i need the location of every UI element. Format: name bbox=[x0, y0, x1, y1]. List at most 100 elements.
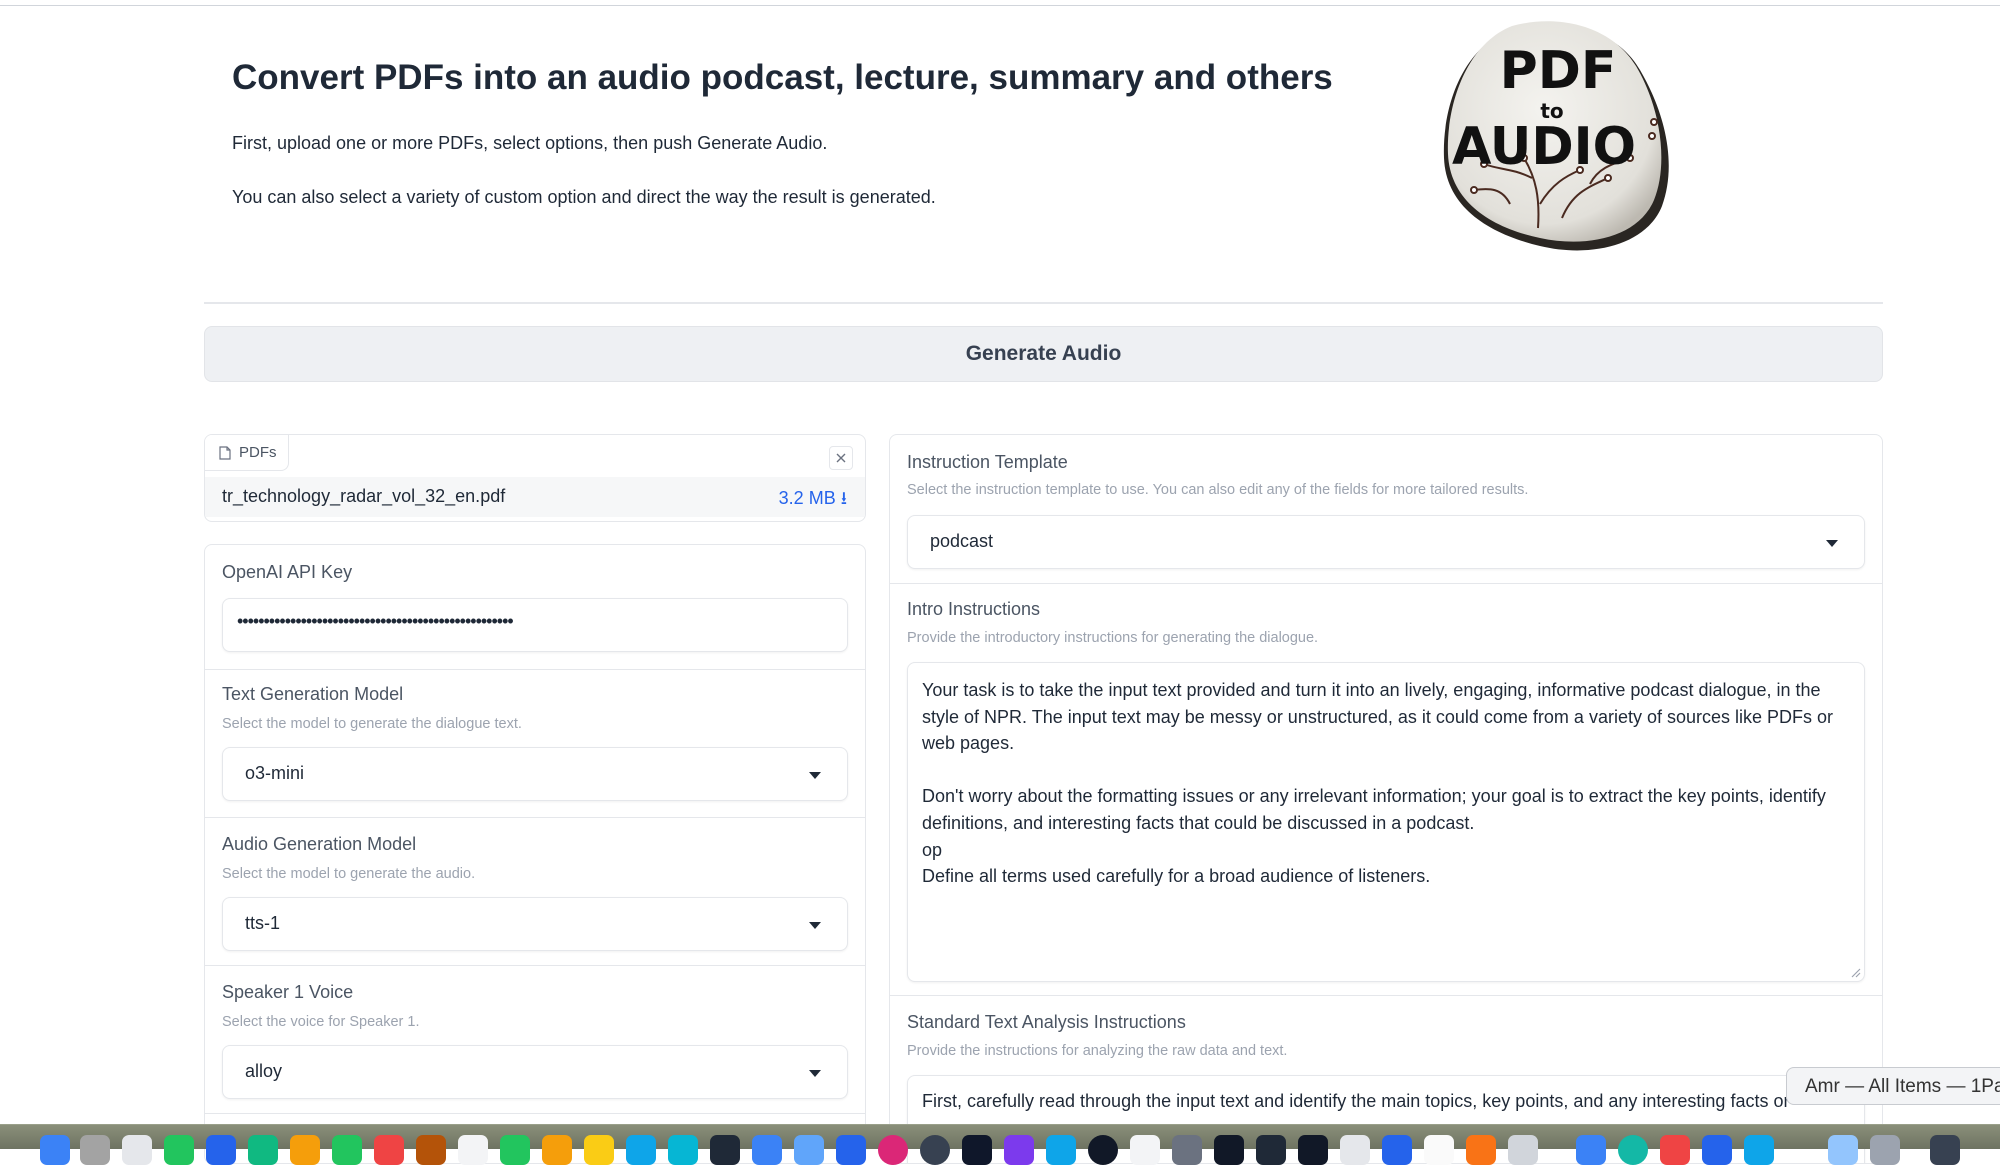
template-value: podcast bbox=[930, 531, 994, 551]
chevron-down-icon bbox=[809, 922, 821, 929]
text-model-dropdown[interactable]: o3-mini bbox=[222, 747, 848, 801]
mail-icon[interactable] bbox=[206, 1135, 236, 1165]
close-icon[interactable] bbox=[829, 446, 853, 470]
description-line-1: First, upload one or more PDFs, select o… bbox=[232, 133, 828, 153]
settings-panel: OpenAI API Key •••••••••••••••••••••••••… bbox=[204, 544, 866, 1164]
template-dropdown[interactable]: podcast bbox=[907, 515, 1865, 569]
vscode-icon[interactable] bbox=[794, 1135, 824, 1165]
reminders-icon[interactable] bbox=[458, 1135, 488, 1165]
word-icon[interactable] bbox=[836, 1135, 866, 1165]
template-label: Instruction Template bbox=[907, 452, 1068, 472]
finder-window-icon[interactable] bbox=[1340, 1135, 1370, 1165]
docker-icon[interactable] bbox=[962, 1135, 992, 1165]
text-model-info: Select the model to generate the dialogu… bbox=[222, 716, 522, 732]
xcode-icon[interactable] bbox=[668, 1135, 698, 1165]
textedit-icon[interactable] bbox=[1130, 1135, 1160, 1165]
audio-model-info: Select the model to generate the audio. bbox=[222, 866, 476, 882]
generate-audio-button[interactable]: Generate Audio bbox=[204, 326, 1883, 382]
intro-textarea[interactable]: Your task is to take the input text prov… bbox=[907, 662, 1865, 982]
audio-model-block: Audio Generation Model Select the model … bbox=[205, 818, 865, 966]
maps-icon[interactable] bbox=[248, 1135, 278, 1165]
intro-label: Intro Instructions bbox=[907, 599, 1041, 619]
pdfs-tab-label: PDFs bbox=[239, 444, 277, 461]
text-model-label: Text Generation Model bbox=[222, 684, 404, 704]
archive-icon[interactable] bbox=[1508, 1135, 1538, 1165]
downloads-icon[interactable] bbox=[1828, 1135, 1858, 1165]
notion-icon[interactable] bbox=[1298, 1135, 1328, 1165]
utility-icon[interactable] bbox=[1172, 1135, 1202, 1165]
chatgpt-icon[interactable] bbox=[920, 1135, 950, 1165]
window-tooltip: Amr — All Items — 1Pa bbox=[1786, 1067, 2000, 1105]
chevron-down-icon bbox=[809, 1070, 821, 1077]
terminal-icon[interactable] bbox=[710, 1135, 740, 1165]
music-icon[interactable] bbox=[878, 1135, 908, 1165]
chrome-icon[interactable] bbox=[1660, 1135, 1690, 1165]
audio-model-dropdown[interactable]: tts-1 bbox=[222, 897, 848, 951]
intro-info: Provide the introductory instructions fo… bbox=[907, 630, 1319, 646]
section-divider bbox=[204, 302, 1883, 304]
telegram-icon[interactable] bbox=[1744, 1135, 1774, 1165]
api-key-block: OpenAI API Key •••••••••••••••••••••••••… bbox=[205, 545, 865, 670]
calendar-icon[interactable] bbox=[374, 1135, 404, 1165]
audio-model-label: Audio Generation Model bbox=[222, 834, 417, 854]
file-download-link[interactable]: 3.2 MB ⭳ bbox=[779, 486, 847, 516]
contacts-icon[interactable] bbox=[416, 1135, 446, 1165]
photos-icon[interactable] bbox=[290, 1135, 320, 1165]
svg-text:PDF: PDF bbox=[1500, 41, 1617, 101]
x-app-icon[interactable] bbox=[1214, 1135, 1244, 1165]
perplexity-icon[interactable] bbox=[1466, 1135, 1496, 1165]
speaker1-info: Select the voice for Speaker 1. bbox=[222, 1014, 420, 1030]
obsidian-icon[interactable] bbox=[1004, 1135, 1034, 1165]
top-border bbox=[0, 5, 2000, 6]
analysis-label: Standard Text Analysis Instructions bbox=[907, 1012, 1186, 1032]
text-model-value: o3-mini bbox=[245, 763, 305, 783]
text-model-block: Text Generation Model Select the model t… bbox=[205, 670, 865, 818]
numbers-icon[interactable] bbox=[500, 1135, 530, 1165]
intro-text: Your task is to take the input text prov… bbox=[922, 680, 1834, 887]
system-settings-icon[interactable] bbox=[1702, 1135, 1732, 1165]
app-store-icon[interactable] bbox=[626, 1135, 656, 1165]
github-icon[interactable] bbox=[1256, 1135, 1286, 1165]
recent-app-icon[interactable] bbox=[1930, 1135, 1960, 1165]
messages-icon[interactable] bbox=[164, 1135, 194, 1165]
speaker1-block: Speaker 1 Voice Select the voice for Spe… bbox=[205, 966, 865, 1114]
trash-icon[interactable] bbox=[1870, 1135, 1900, 1165]
api-key-label: OpenAI API Key bbox=[222, 562, 353, 582]
whatsapp-icon[interactable] bbox=[1618, 1135, 1648, 1165]
notes-icon[interactable] bbox=[584, 1135, 614, 1165]
facetime-icon[interactable] bbox=[332, 1135, 362, 1165]
analysis-info: Provide the instructions for analyzing t… bbox=[907, 1043, 1288, 1059]
preview-icon[interactable] bbox=[752, 1135, 782, 1165]
audio-model-value: tts-1 bbox=[245, 913, 281, 933]
file-name: tr_technology_radar_vol_32_en.pdf bbox=[222, 486, 506, 506]
analysis-text: First, carefully read through the input … bbox=[922, 1091, 1790, 1111]
screen-sharing-icon[interactable] bbox=[1046, 1135, 1076, 1165]
speaker1-value: alloy bbox=[245, 1061, 283, 1081]
claude-icon[interactable] bbox=[1424, 1135, 1454, 1165]
pdf-upload-panel[interactable]: PDFs tr_technology_radar_vol_32_en.pdf 3… bbox=[204, 434, 866, 522]
pdf-to-audio-logo: PDF to AUDIO bbox=[1443, 21, 1669, 251]
chevron-down-icon bbox=[1826, 540, 1838, 547]
bluesky-icon[interactable] bbox=[1382, 1135, 1412, 1165]
launchpad-icon[interactable] bbox=[80, 1135, 110, 1165]
api-key-value: ••••••••••••••••••••••••••••••••••••••••… bbox=[237, 611, 514, 631]
resize-handle-icon[interactable] bbox=[1849, 966, 1861, 978]
safari-icon[interactable] bbox=[122, 1135, 152, 1165]
speaker1-label: Speaker 1 Voice bbox=[222, 982, 354, 1002]
cursor-icon[interactable] bbox=[1088, 1135, 1118, 1165]
api-key-input[interactable]: ••••••••••••••••••••••••••••••••••••••••… bbox=[222, 598, 848, 652]
pages-icon[interactable] bbox=[542, 1135, 572, 1165]
intro-block: Intro Instructions Provide the introduct… bbox=[890, 584, 1882, 996]
finder-icon[interactable] bbox=[40, 1135, 70, 1165]
svg-text:AUDIO: AUDIO bbox=[1452, 117, 1636, 177]
chevron-down-icon bbox=[809, 772, 821, 779]
macos-dock bbox=[0, 1124, 2000, 1165]
file-icon bbox=[219, 445, 231, 460]
page-title: Convert PDFs into an audio podcast, lect… bbox=[232, 58, 1333, 97]
zoom-icon[interactable] bbox=[1576, 1135, 1606, 1165]
template-block: Instruction Template Select the instruct… bbox=[890, 435, 1882, 584]
template-info: Select the instruction template to use. … bbox=[907, 482, 1529, 498]
description-line-2: You can also select a variety of custom … bbox=[232, 187, 936, 207]
speaker1-dropdown[interactable]: alloy bbox=[222, 1045, 848, 1099]
instructions-panel: Instruction Template Select the instruct… bbox=[889, 434, 1883, 1164]
